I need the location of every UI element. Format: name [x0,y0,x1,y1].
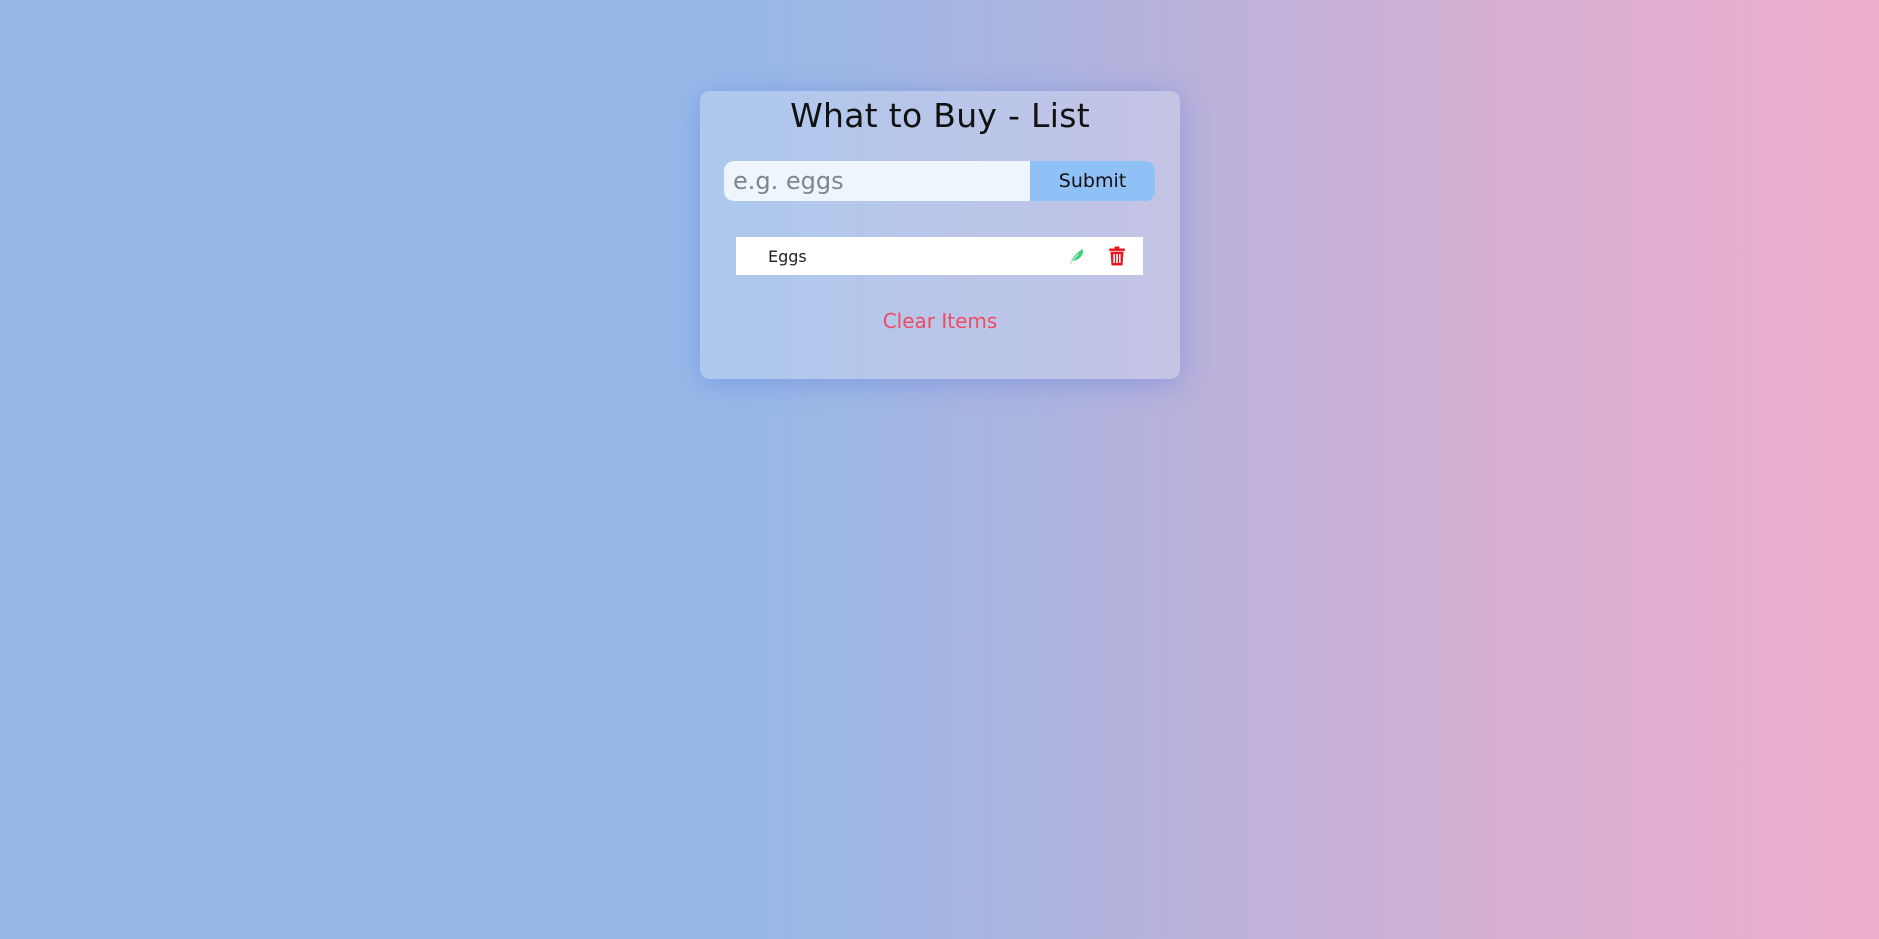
item-input[interactable] [724,161,1030,201]
item-list: Eggs [736,237,1143,275]
trash-icon[interactable] [1105,244,1129,268]
list-item: Eggs [736,237,1143,275]
clear-items-button[interactable]: Clear Items [700,309,1180,333]
page-title: What to Buy - List [790,96,1090,135]
feather-edit-icon[interactable] [1065,244,1089,268]
submit-button[interactable]: Submit [1030,161,1155,201]
grocery-card: What to Buy - List Submit Eggs [700,91,1180,379]
list-item-label: Eggs [768,246,807,266]
add-item-form: Submit [724,161,1155,201]
